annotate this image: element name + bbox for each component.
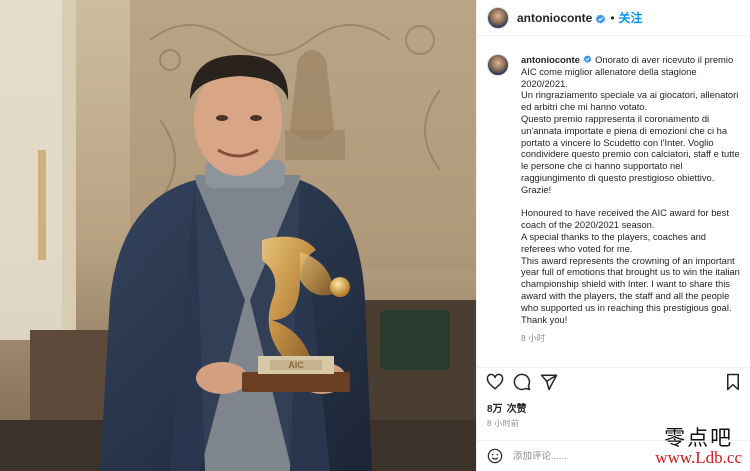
caption-italian-line-2: Un ringraziamento speciale va ai giocato… (521, 89, 739, 113)
emoji-icon[interactable] (487, 448, 503, 464)
post-timestamp: 8 小时前 (487, 419, 520, 428)
username[interactable]: antonioconte (517, 11, 592, 25)
likes-number: 8万 (487, 404, 503, 415)
caption-english-line-1: Honoured to have received the AIC award … (521, 207, 729, 231)
caption-italian-line-4: Grazie! (521, 183, 552, 195)
post-panel: antonioconte • 关注 antonioconte Onorato d… (476, 0, 750, 471)
watermark: 零点吧 www.Ldb.cc (655, 427, 742, 467)
caption-italian-line-3: Questo premio rappresenta il coronamento… (521, 112, 740, 183)
caption-avatar[interactable] (487, 54, 509, 76)
trophy-plaque-text: AIC (288, 360, 304, 370)
caption-username[interactable]: antonioconte (521, 54, 580, 65)
watermark-site-name: 零点吧 (664, 426, 734, 450)
caption-area[interactable]: antonioconte Onorato di aver ricevuto il… (477, 37, 750, 367)
caption-english-line-2: A special thanks to the players, coaches… (521, 230, 707, 254)
caption-row: antonioconte Onorato di aver ricevuto il… (487, 54, 741, 325)
watermark-url: www.Ldb.cc (655, 448, 742, 467)
comment-input[interactable] (513, 450, 613, 462)
comment-icon[interactable] (513, 373, 531, 391)
share-icon[interactable] (540, 373, 558, 391)
likes-count[interactable]: 8万 次赞 (487, 400, 527, 415)
post-header: antonioconte • 关注 (477, 0, 750, 36)
heart-icon[interactable] (486, 373, 504, 391)
bookmark-icon[interactable] (724, 373, 742, 391)
post-photo-illustration: AIC (0, 0, 476, 471)
caption-english-line-3: This award represents the crowning of an… (521, 254, 740, 325)
follow-button[interactable]: 关注 (619, 9, 643, 26)
verified-badge-icon (595, 12, 606, 24)
likes-label: 次赞 (506, 404, 527, 415)
caption-verified-badge-icon (583, 55, 592, 64)
header-separator: • (610, 10, 615, 25)
avatar[interactable] (487, 6, 509, 29)
post-photo[interactable]: AIC (0, 0, 476, 471)
caption-time: 8 小时 (521, 333, 546, 344)
action-bar (477, 367, 750, 395)
caption-text: antonioconte Onorato di aver ricevuto il… (521, 54, 741, 325)
caption-gap (521, 196, 741, 208)
